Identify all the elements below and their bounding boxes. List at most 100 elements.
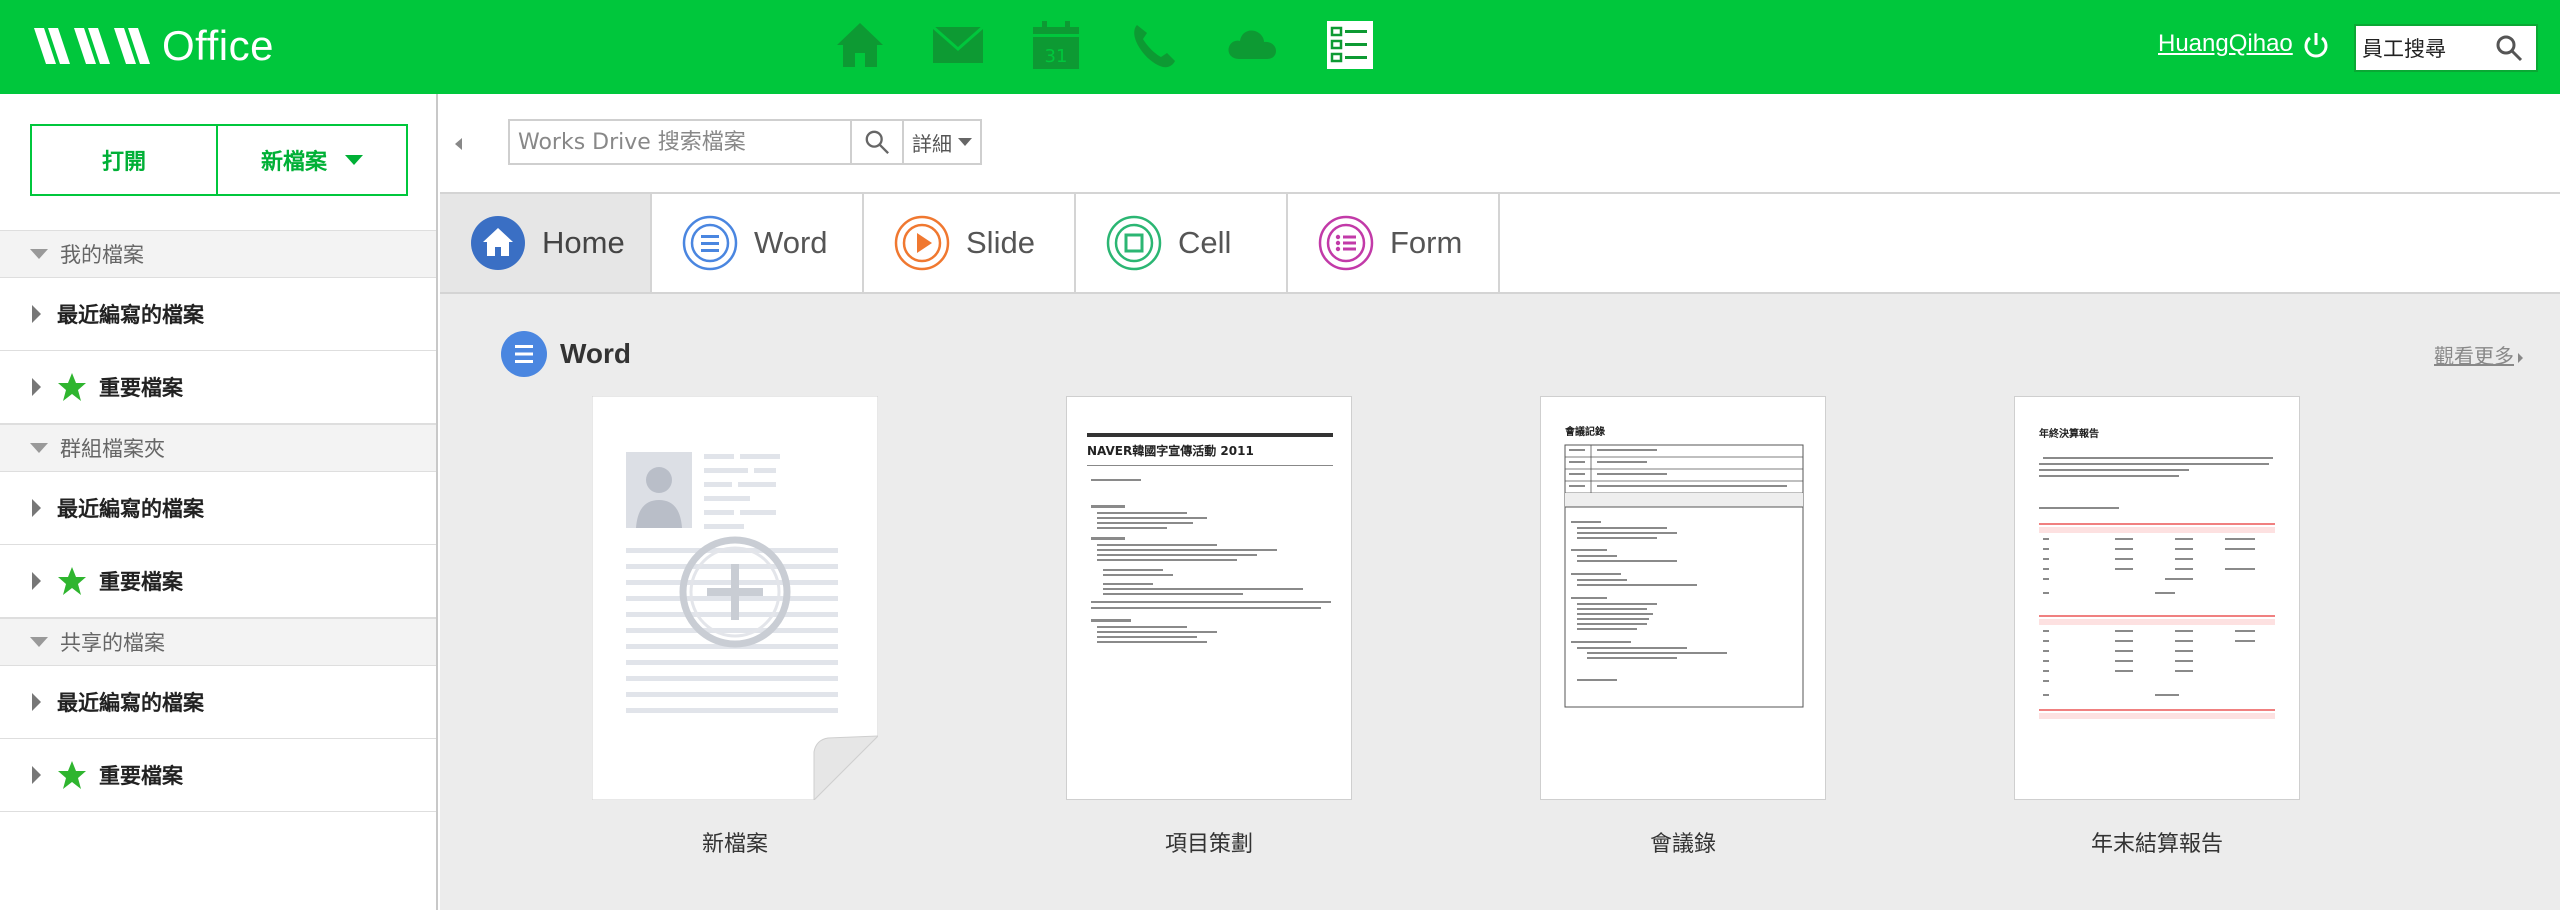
- section-my-files[interactable]: 我的檔案: [0, 230, 436, 278]
- new-file-button[interactable]: 新檔案: [218, 126, 406, 194]
- tab-label: Form: [1390, 225, 1463, 260]
- username-link[interactable]: HuangQihao: [2158, 30, 2293, 58]
- cloud-icon: [1228, 30, 1276, 59]
- mail-app-button[interactable]: [926, 16, 990, 74]
- sidebar: 打開 新檔案 我的檔案 最近編寫的檔案 重要檔案 群組檔案夾 最近編寫的檔案 重…: [0, 94, 438, 910]
- top-bar: Office 31 HuangQihao: [0, 0, 2560, 94]
- section-title: Word: [560, 338, 632, 369]
- expand-arrow-icon: [32, 572, 41, 590]
- section-title: 我的檔案: [60, 243, 144, 267]
- sidebar-nav: 我的檔案 最近編寫的檔案 重要檔案 群組檔案夾 最近編寫的檔案 重要檔案 共享的…: [0, 230, 436, 812]
- template-card-plan[interactable]: NAVER韓國字宣傳活動 2011 項目策劃: [1066, 396, 1352, 858]
- sidebar-item-group-important[interactable]: 重要檔案: [0, 545, 436, 618]
- tab-home[interactable]: Home: [440, 194, 652, 292]
- see-more-link[interactable]: 觀看更多: [2434, 340, 2523, 369]
- main-content: Word 觀看更多 新檔案 NAVER韓國字宣傳活動 2011 項目策劃 會議記…: [440, 294, 2560, 910]
- sidebar-item-label: 最近編寫的檔案: [57, 691, 204, 715]
- drive-search: 詳細: [508, 119, 982, 165]
- tab-label: Cell: [1178, 225, 1232, 260]
- home-tab-icon: [471, 216, 525, 270]
- template-label: 新檔案: [701, 832, 768, 857]
- search-icon: [2496, 35, 2523, 62]
- collapse-arrow-icon: [30, 637, 48, 647]
- plan-document-thumbnail: NAVER韓國字宣傳活動 2011: [1066, 396, 1352, 800]
- search-icon: [865, 130, 889, 154]
- svg-text:NAVER韓國字宣傳活動 2011: NAVER韓國字宣傳活動 2011: [1087, 443, 1254, 458]
- tab-slide[interactable]: Slide: [864, 194, 1076, 292]
- employee-search-button[interactable]: [2486, 26, 2532, 70]
- brand-name: Office: [162, 22, 274, 69]
- sidebar-item-shared-recent[interactable]: 最近編寫的檔案: [0, 666, 436, 739]
- sidebar-item-label: 重要檔案: [99, 764, 183, 788]
- tab-label: Word: [754, 225, 828, 260]
- see-more-label: 觀看更多: [2434, 344, 2514, 368]
- star-icon: [58, 373, 86, 401]
- detail-dropdown[interactable]: 詳細: [902, 121, 980, 163]
- star-icon: [58, 761, 86, 789]
- template-card-report[interactable]: 年終決算報告 年末結算報告: [2014, 396, 2300, 858]
- section-header: Word: [500, 330, 631, 378]
- power-icon[interactable]: [2302, 30, 2330, 60]
- new-file-label: 新檔案: [260, 150, 327, 175]
- chevron-down-icon: [958, 138, 972, 146]
- drive-search-button[interactable]: [850, 121, 902, 163]
- template-label: 會議錄: [1649, 832, 1716, 857]
- expand-arrow-icon: [32, 499, 41, 517]
- chevron-down-icon: [345, 155, 363, 165]
- svg-text:年終決算報告: 年終決算報告: [2039, 427, 2099, 440]
- employee-search: [2354, 24, 2538, 72]
- section-group-folders[interactable]: 群組檔案夾: [0, 424, 436, 472]
- collapse-arrow-icon: [30, 443, 48, 453]
- task-app-button[interactable]: [1318, 16, 1382, 74]
- section-shared-files[interactable]: 共享的檔案: [0, 618, 436, 666]
- slide-tab-icon: [894, 215, 950, 271]
- app-switcher: 31: [828, 16, 1416, 74]
- tab-label: Slide: [966, 225, 1035, 260]
- sidebar-item-group-recent[interactable]: 最近編寫的檔案: [0, 472, 436, 545]
- chevron-right-icon: [2518, 352, 2523, 363]
- minutes-document-thumbnail: 會議記錄: [1540, 396, 1826, 800]
- expand-arrow-icon: [32, 693, 41, 711]
- calendar-app-button[interactable]: 31: [1024, 16, 1088, 74]
- phone-icon: [1134, 25, 1175, 68]
- new-document-thumbnail: [591, 395, 880, 802]
- task-icon: [1327, 21, 1373, 69]
- expand-arrow-icon: [32, 305, 41, 323]
- expand-arrow-icon: [32, 766, 41, 784]
- home-app-button[interactable]: [828, 16, 892, 74]
- collapse-arrow-icon: [30, 249, 48, 259]
- works-logo-icon: [34, 28, 150, 64]
- form-tab-icon: [1318, 215, 1374, 271]
- sidebar-item-label: 重要檔案: [99, 376, 183, 400]
- open-button[interactable]: 打開: [32, 126, 218, 194]
- tab-form[interactable]: Form: [1288, 194, 1500, 292]
- tab-cell[interactable]: Cell: [1076, 194, 1288, 292]
- collapse-sidebar-icon[interactable]: [452, 133, 466, 155]
- sidebar-item-shared-important[interactable]: 重要檔案: [0, 739, 436, 812]
- template-card-new[interactable]: 新檔案: [591, 395, 880, 858]
- sidebar-item-my-important[interactable]: 重要檔案: [0, 351, 436, 424]
- calendar-icon: 31: [1033, 21, 1079, 69]
- sidebar-item-my-recent[interactable]: 最近編寫的檔案: [0, 278, 436, 351]
- employee-search-input[interactable]: [2356, 28, 2486, 68]
- report-document-preview: 年終決算報告: [2039, 427, 2275, 719]
- tab-word[interactable]: Word: [652, 194, 864, 292]
- file-actions: 打開 新檔案: [30, 124, 408, 196]
- cell-tab-icon: [1106, 215, 1162, 271]
- phone-app-button[interactable]: [1122, 16, 1186, 74]
- new-document-preview: [591, 395, 880, 802]
- cloud-app-button[interactable]: [1220, 16, 1284, 74]
- drive-search-input[interactable]: [510, 121, 850, 163]
- detail-label: 詳細: [912, 131, 952, 156]
- template-label: 年末結算報告: [2090, 832, 2223, 857]
- svg-text:31: 31: [1045, 46, 1068, 67]
- minutes-document-preview: 會議記錄: [1564, 425, 1804, 708]
- word-tab-icon: [682, 215, 738, 271]
- sidebar-item-label: 最近編寫的檔案: [57, 497, 204, 521]
- plan-document-preview: NAVER韓國字宣傳活動 2011: [1087, 433, 1333, 643]
- template-card-minutes[interactable]: 會議記錄 會議錄: [1540, 396, 1826, 858]
- sidebar-item-label: 最近編寫的檔案: [57, 303, 204, 327]
- svg-text:會議記錄: 會議記錄: [1564, 425, 1605, 438]
- logo[interactable]: Office: [34, 18, 274, 74]
- expand-arrow-icon: [32, 378, 41, 396]
